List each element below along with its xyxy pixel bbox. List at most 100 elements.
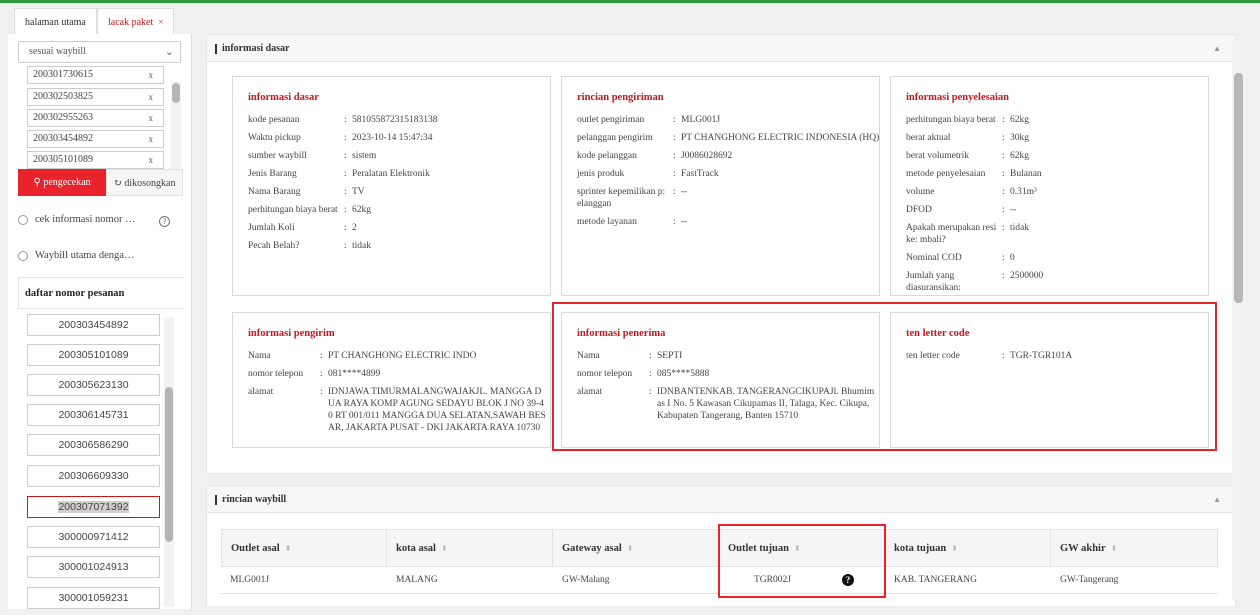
waybill-detail-header[interactable]: rincian waybill ▲ <box>207 486 1235 513</box>
order-list-title: daftar nomor pesanan <box>18 277 183 309</box>
order-item[interactable]: 300001024913 <box>27 556 160 578</box>
column-header[interactable]: Outlet asal ⬍ <box>221 529 387 567</box>
sidebar: sesuai waybill ⌄ 200301730615 x 200302503… <box>8 34 191 609</box>
field-label: Nominal COD <box>906 253 962 263</box>
section-title: informasi dasar <box>222 43 290 54</box>
waybill-input-1[interactable]: 200301730615 x <box>27 66 164 84</box>
field-label: Jenis Barang <box>248 169 297 179</box>
field-value: 30kg <box>1010 133 1029 143</box>
waybill-input-4[interactable]: 200303454892 x <box>27 130 164 148</box>
table-cell: KAB. TANGERANG <box>885 567 1051 594</box>
column-header-label: GW akhir <box>1060 543 1106 554</box>
waybill-input-value: 200301730615 <box>33 69 93 80</box>
order-item[interactable]: 300001059231 <box>27 587 160 609</box>
sort-icon[interactable]: ⬍ <box>1111 544 1118 553</box>
field-label: jenis produk <box>577 169 625 179</box>
field-label: volume <box>906 187 935 197</box>
field-value: IDNJAWA TIMURMALANGWAJAKJL. MANGGA D UA … <box>328 387 546 433</box>
order-item[interactable]: 200306609330 <box>27 465 160 487</box>
field-label: Pecah Belah? <box>248 241 300 251</box>
search-mode-select[interactable]: sesuai waybill ⌄ <box>18 41 181 63</box>
field-label: Apakah merupakan resi ke: mbali? <box>906 223 997 245</box>
column-header[interactable]: GW akhir ⬍ <box>1051 529 1218 567</box>
column-header[interactable]: kota tujuan ⬍ <box>885 529 1051 567</box>
order-item[interactable]: 200305623130 <box>27 374 160 396</box>
sidebar-divider <box>191 34 192 609</box>
column-header[interactable]: kota asal ⬍ <box>387 529 553 567</box>
field-value: 62kg <box>352 205 371 215</box>
radio-cek-informasi[interactable]: cek informasi nomor … <box>18 214 136 225</box>
remove-icon[interactable]: x <box>149 67 154 83</box>
scrollbar-thumb[interactable] <box>172 83 180 103</box>
scrollbar-thumb[interactable] <box>165 387 173 542</box>
check-button[interactable]: ⚲ pengecekan <box>18 169 106 196</box>
table-cell: GW-Tangerang <box>1051 567 1218 594</box>
order-item-selected[interactable]: 200307071392 <box>27 496 160 518</box>
waybill-input-value: 200302955263 <box>33 112 93 123</box>
remove-icon[interactable]: x <box>149 89 154 105</box>
field-label: Jumlah Koli <box>248 223 295 233</box>
field-label: nomor telepon <box>248 369 304 379</box>
field-label: metode penyelesaian <box>906 169 986 179</box>
radio-circle[interactable] <box>18 214 28 225</box>
main-scrollbar[interactable] <box>1232 40 1246 600</box>
order-item[interactable]: 200306586290 <box>27 434 160 456</box>
radio-waybill-utama[interactable]: Waybill utama denga… <box>18 250 134 261</box>
tab-lacak-paket[interactable]: lacak paket × <box>97 8 175 35</box>
card-sender-info: informasi pengirim Nama: PT CHANGHONG ELE… <box>232 312 551 448</box>
column-header-label: kota asal <box>396 543 436 554</box>
waybill-input-value: 200303454892 <box>33 133 93 144</box>
card-basic-info: informasi dasar kode pesanan:58105587231… <box>232 76 551 296</box>
tab-halaman-utama[interactable]: halaman utama <box>14 8 97 35</box>
sort-icon[interactable]: ⬍ <box>627 544 634 553</box>
field-label: pelanggan pengirim <box>577 133 653 143</box>
select-value: sesuai waybill <box>29 46 86 57</box>
caret-up-icon[interactable]: ▲ <box>1213 486 1221 513</box>
radio-label: Waybill utama denga… <box>35 250 135 261</box>
waybill-scrollbar[interactable] <box>171 81 181 171</box>
table-cell: GW-Malang <box>553 567 719 594</box>
field-label: sumber waybill <box>248 151 307 161</box>
field-value: -- <box>681 217 688 227</box>
column-header-label: Gateway asal <box>562 543 622 554</box>
remove-icon[interactable]: x <box>149 131 154 147</box>
field-label: outlet pengiriman <box>577 115 645 125</box>
order-item[interactable]: 200306145731 <box>27 404 160 426</box>
waybill-input-3[interactable]: 200302955263 x <box>27 109 164 127</box>
waybill-input-2[interactable]: 200302503825 x <box>27 88 164 106</box>
check-button-label: pengecekan <box>43 177 91 188</box>
column-header[interactable]: Gateway asal ⬍ <box>553 529 719 567</box>
radio-label: cek informasi nomor … <box>35 214 136 225</box>
field-value: 581055872315183138 <box>352 115 438 125</box>
field-label: perhitungan biaya berat <box>906 115 996 125</box>
field-label: berat aktual <box>906 133 951 143</box>
highlight-box-outlet-tujuan <box>718 524 886 598</box>
card-title: informasi penyelesaian <box>906 92 1009 103</box>
help-icon[interactable]: ? <box>159 216 170 227</box>
field-label: metode layanan <box>577 217 637 227</box>
basic-info-header[interactable]: informasi dasar ▲ <box>207 35 1235 62</box>
field-value: tidak <box>1010 223 1029 233</box>
caret-up-icon[interactable]: ▲ <box>1213 35 1221 62</box>
close-icon[interactable]: × <box>158 17 163 27</box>
scrollbar-thumb[interactable] <box>1234 73 1243 303</box>
field-value: PT CHANGHONG ELECTRIC INDONESIA (HQ) <box>681 133 880 143</box>
table-cell: MLG001J <box>221 567 387 594</box>
clear-button[interactable]: ↻ dikosongkan <box>106 169 183 196</box>
field-value: 0 <box>1010 253 1015 263</box>
sort-icon[interactable]: ⬍ <box>285 544 292 553</box>
order-item[interactable]: 200303454892 <box>27 314 160 336</box>
radio-circle[interactable] <box>18 250 28 261</box>
sort-icon[interactable]: ⬍ <box>441 544 448 553</box>
waybill-input-5[interactable]: 200305101089 x <box>27 151 164 169</box>
order-item[interactable]: 300000971412 <box>27 526 160 548</box>
clear-button-label: dikosongkan <box>124 178 176 189</box>
field-label: Nama Barang <box>248 187 301 197</box>
remove-icon[interactable]: x <box>149 152 154 168</box>
refresh-icon: ↻ <box>113 178 122 189</box>
chevron-down-icon: ⌄ <box>164 46 174 58</box>
remove-icon[interactable]: x <box>149 110 154 126</box>
order-item[interactable]: 200305101089 <box>27 344 160 366</box>
order-list-scrollbar[interactable] <box>164 317 174 607</box>
sort-icon[interactable]: ⬍ <box>951 544 958 553</box>
